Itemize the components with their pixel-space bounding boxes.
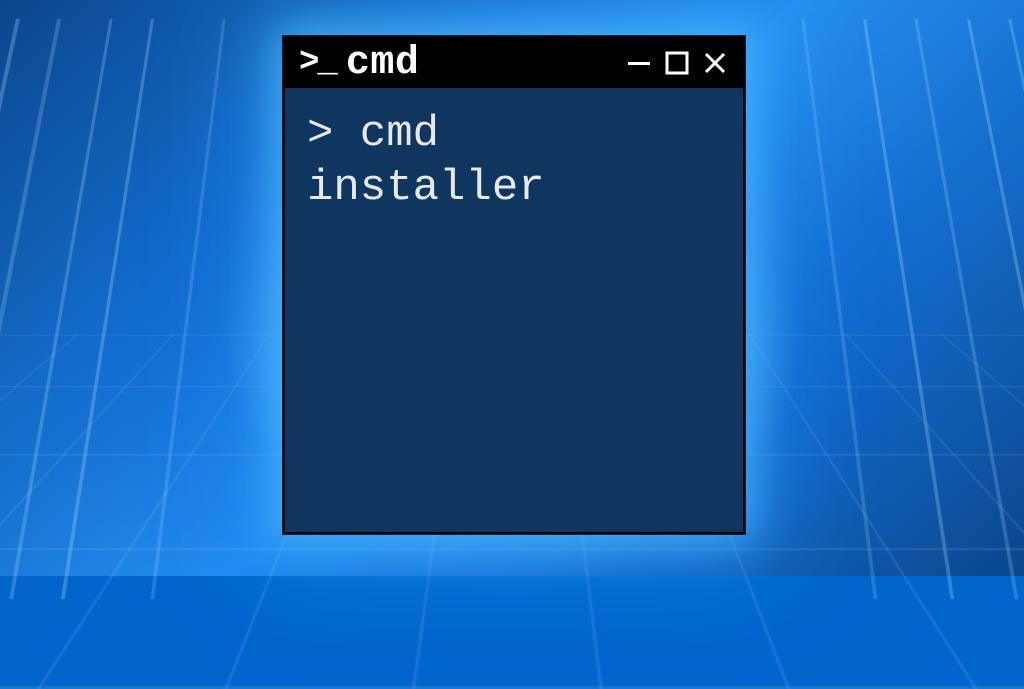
minimize-icon (626, 50, 652, 76)
window-titlebar[interactable]: >_ cmd (285, 38, 743, 88)
terminal-prompt-icon: >_ (299, 46, 336, 80)
window-controls (625, 49, 729, 77)
command-text-line1: cmd (333, 109, 439, 159)
close-icon (702, 50, 728, 76)
terminal-body[interactable]: > cmd installer (285, 88, 743, 532)
window-title: cmd (346, 41, 615, 86)
maximize-icon (664, 50, 690, 76)
terminal-window: >_ cmd > cmd installer (283, 36, 745, 534)
command-text-line2: installer (307, 163, 545, 213)
close-button[interactable] (701, 49, 729, 77)
minimize-button[interactable] (625, 49, 653, 77)
maximize-button[interactable] (663, 49, 691, 77)
prompt-symbol: > (307, 109, 333, 159)
